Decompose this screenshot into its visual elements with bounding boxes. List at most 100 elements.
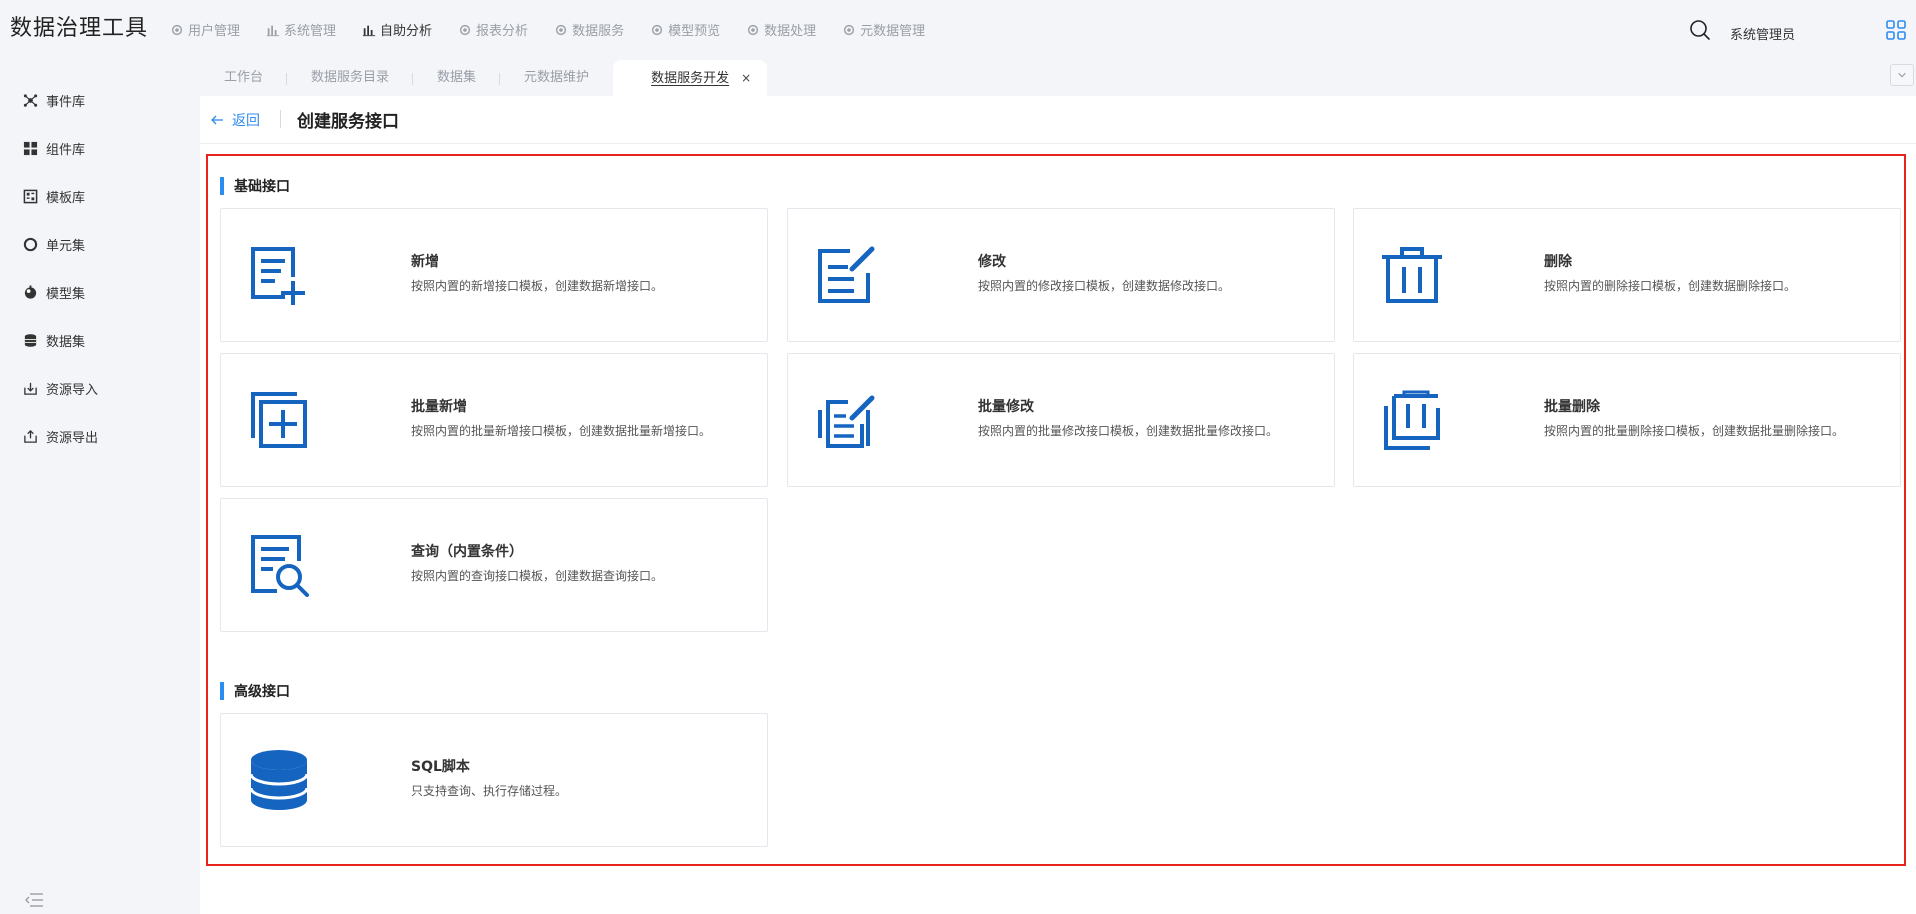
card-description: 只支持查询、执行存储过程。 bbox=[411, 784, 568, 798]
card-title: 删除 bbox=[1544, 254, 1572, 270]
search-doc-icon bbox=[247, 533, 311, 597]
gear-icon bbox=[842, 23, 856, 37]
card-description: 按照内置的删除接口模板，创建数据删除接口。 bbox=[1544, 279, 1797, 293]
card-query[interactable]: 查询（内置条件） 按照内置的查询接口模板，创建数据查询接口。 bbox=[220, 498, 768, 632]
tab-workbench[interactable]: 工作台 bbox=[200, 60, 288, 96]
sidebar-item-label: 单元集 bbox=[46, 238, 86, 254]
top-nav: 用户管理 系统管理 自助分析 报表分析 数据服务 模型预览 数据处理 元数据管理 bbox=[170, 20, 951, 39]
back-button[interactable]: 返回 bbox=[210, 110, 260, 130]
sidebar: 事件库 组件库 模板库 单元集 模型集 数据集 资源导入 资源导出 bbox=[0, 76, 200, 914]
tab-label: 数据服务目录 bbox=[311, 70, 390, 85]
card-description: 按照内置的批量新增接口模板，创建数据批量新增接口。 bbox=[411, 424, 712, 438]
tab-metadata-maintenance[interactable]: 元数据维护 bbox=[500, 60, 613, 96]
sidebar-item-label: 模板库 bbox=[46, 190, 86, 206]
topnav-item-metadata-management[interactable]: 元数据管理 bbox=[842, 20, 925, 39]
arrow-left-icon bbox=[211, 115, 223, 125]
card-title: 查询（内置条件） bbox=[411, 544, 523, 560]
card-edit[interactable]: 修改 按照内置的修改接口模板，创建数据修改接口。 bbox=[787, 208, 1335, 342]
user-name[interactable]: 系统管理员 bbox=[1730, 24, 1795, 43]
section-label: 基础接口 bbox=[234, 179, 290, 195]
edit-doc-icon bbox=[814, 243, 878, 307]
card-sql-script[interactable]: SQL脚本 只支持查询、执行存储过程。 bbox=[220, 713, 768, 847]
batch-edit-icon bbox=[814, 388, 878, 452]
gear-icon bbox=[458, 23, 472, 37]
sidebar-item-label: 组件库 bbox=[46, 142, 86, 158]
card-title: 新增 bbox=[411, 254, 439, 270]
sidebar-item-unit-set[interactable]: 单元集 bbox=[0, 220, 200, 268]
topnav-item-self-analysis[interactable]: 自助分析 bbox=[362, 20, 432, 39]
card-batch-delete[interactable]: 批量删除 按照内置的批量删除接口模板，创建数据批量删除接口。 bbox=[1353, 353, 1901, 487]
network-icon bbox=[22, 92, 38, 108]
sidebar-item-model-set[interactable]: 模型集 bbox=[0, 268, 200, 316]
add-doc-icon bbox=[247, 243, 311, 307]
sidebar-item-resource-export[interactable]: 资源导出 bbox=[0, 412, 200, 460]
card-description: 按照内置的新增接口模板，创建数据新增接口。 bbox=[411, 279, 664, 293]
database-icon bbox=[247, 748, 311, 812]
page-header: 返回 创建服务接口 bbox=[200, 96, 1916, 144]
card-title: 修改 bbox=[978, 254, 1006, 270]
page-title: 创建服务接口 bbox=[297, 112, 399, 132]
close-icon[interactable]: × bbox=[741, 60, 751, 96]
back-label: 返回 bbox=[232, 113, 260, 129]
sidebar-item-label: 模型集 bbox=[46, 286, 86, 302]
topnav-label: 自助分析 bbox=[380, 24, 433, 39]
section-label: 高级接口 bbox=[234, 684, 290, 700]
card-description: 按照内置的查询接口模板，创建数据查询接口。 bbox=[411, 569, 664, 583]
tab-label: 元数据维护 bbox=[524, 70, 590, 85]
card-description: 按照内置的修改接口模板，创建数据修改接口。 bbox=[978, 279, 1231, 293]
section-marker bbox=[220, 177, 224, 195]
sidebar-item-component-library[interactable]: 组件库 bbox=[0, 124, 200, 172]
card-title: 批量删除 bbox=[1544, 399, 1600, 415]
gear-icon bbox=[554, 23, 568, 37]
topnav-label: 数据服务 bbox=[572, 24, 625, 39]
tab-dataset[interactable]: 数据集 bbox=[413, 60, 501, 96]
sidebar-item-label: 数据集 bbox=[46, 334, 86, 350]
bar-chart-icon bbox=[362, 23, 376, 37]
topnav-item-data-service[interactable]: 数据服务 bbox=[554, 20, 624, 39]
card-batch-add[interactable]: 批量新增 按照内置的批量新增接口模板，创建数据批量新增接口。 bbox=[220, 353, 768, 487]
card-add[interactable]: 新增 按照内置的新增接口模板，创建数据新增接口。 bbox=[220, 208, 768, 342]
topnav-item-user-management[interactable]: 用户管理 bbox=[170, 20, 240, 39]
topnav-label: 元数据管理 bbox=[860, 24, 926, 39]
card-batch-edit[interactable]: 批量修改 按照内置的批量修改接口模板，创建数据批量修改接口。 bbox=[787, 353, 1335, 487]
tab-strip: 工作台 数据服务目录 数据集 元数据维护 数据服务开发 × bbox=[200, 60, 768, 96]
search-icon[interactable] bbox=[1688, 18, 1712, 42]
export-icon bbox=[22, 428, 38, 444]
card-title: 批量修改 bbox=[978, 399, 1034, 415]
main-panel: 返回 创建服务接口 基础接口 新增 按照内置的新增接口模板，创建数据新增接口。 … bbox=[200, 96, 1916, 914]
sidebar-item-label: 事件库 bbox=[46, 94, 86, 110]
sidebar-item-label: 资源导出 bbox=[46, 430, 99, 446]
tab-data-service-catalog[interactable]: 数据服务目录 bbox=[287, 60, 414, 96]
sidebar-item-dataset[interactable]: 数据集 bbox=[0, 316, 200, 364]
model-icon bbox=[22, 284, 38, 300]
topnav-item-report-analysis[interactable]: 报表分析 bbox=[458, 20, 528, 39]
circle-icon bbox=[22, 236, 38, 252]
top-bar: 数据治理工具 用户管理 系统管理 自助分析 报表分析 数据服务 模型预览 数据处… bbox=[0, 0, 1916, 60]
topnav-item-data-processing[interactable]: 数据处理 bbox=[746, 20, 816, 39]
chevron-down-icon bbox=[1898, 72, 1906, 78]
topnav-item-system-management[interactable]: 系统管理 bbox=[266, 20, 336, 39]
import-icon bbox=[22, 380, 38, 396]
card-description: 按照内置的批量删除接口模板，创建数据批量删除接口。 bbox=[1544, 424, 1845, 438]
database-icon bbox=[22, 332, 38, 348]
gear-icon bbox=[746, 23, 760, 37]
tab-dropdown-button[interactable] bbox=[1890, 64, 1914, 86]
section-marker bbox=[220, 682, 224, 700]
template-icon bbox=[22, 188, 38, 204]
topnav-label: 模型预览 bbox=[668, 24, 721, 39]
topnav-item-model-preview[interactable]: 模型预览 bbox=[650, 20, 720, 39]
bar-chart-icon bbox=[266, 23, 280, 37]
gear-icon bbox=[170, 23, 184, 37]
sidebar-item-event-library[interactable]: 事件库 bbox=[0, 76, 200, 124]
header-divider bbox=[280, 110, 281, 128]
topnav-label: 数据处理 bbox=[764, 24, 817, 39]
collapse-sidebar-icon[interactable] bbox=[24, 892, 44, 908]
sidebar-item-template-library[interactable]: 模板库 bbox=[0, 172, 200, 220]
topnav-label: 系统管理 bbox=[284, 24, 337, 39]
sidebar-item-resource-import[interactable]: 资源导入 bbox=[0, 364, 200, 412]
tab-data-service-development[interactable]: 数据服务开发 × bbox=[613, 60, 768, 96]
trash-icon bbox=[1380, 243, 1444, 307]
apps-grid-icon[interactable] bbox=[1886, 20, 1906, 40]
grid-icon bbox=[22, 140, 38, 156]
card-delete[interactable]: 删除 按照内置的删除接口模板，创建数据删除接口。 bbox=[1353, 208, 1901, 342]
